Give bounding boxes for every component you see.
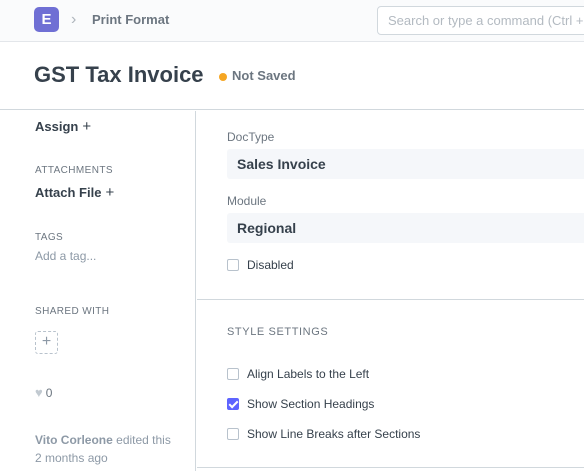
show-section-headings-label: Show Section Headings [247,397,375,411]
style-settings-heading: STYLE SETTINGS [227,326,329,338]
section-divider [197,299,584,300]
activity-user[interactable]: Vito Corleone [35,433,113,447]
top-navbar: E › Print Format Search or type a comman… [0,0,584,42]
disabled-label: Disabled [247,258,294,272]
doctype-field[interactable]: Sales Invoice [227,149,584,179]
disabled-checkbox[interactable] [227,259,239,271]
page-title: GST Tax Invoice [34,62,204,87]
chevron-right-icon: › [71,11,77,28]
module-label: Module [227,194,267,208]
module-field[interactable]: Regional [227,213,584,243]
form-sidebar: Assign + ATTACHMENTS Attach File + TAGS Ad… [0,111,196,471]
attach-file-button[interactable]: Attach File + [35,185,114,201]
plus-icon: + [105,184,115,201]
form-body: DocType Sales Invoice Module Regional Di… [197,111,584,471]
assign-button[interactable]: Assign + [35,119,91,135]
activity-time: 2 months ago [35,451,108,465]
doctype-label: DocType [227,130,275,144]
show-line-breaks-label: Show Line Breaks after Sections [247,427,421,441]
status-indicator: Not Saved [232,68,296,83]
align-labels-left-label: Align Labels to the Left [247,367,370,381]
assign-label: Assign [35,119,79,134]
page-header: GST Tax Invoice Not Saved [0,42,584,110]
show-line-breaks-checkbox[interactable] [227,428,239,440]
align-labels-left-checkbox[interactable] [227,368,239,380]
show-section-headings-checkbox[interactable] [227,398,239,410]
app-logo[interactable]: E [34,7,59,32]
breadcrumb-print-format[interactable]: Print Format [92,12,169,28]
tags-heading: TAGS [35,232,64,243]
like-count: 0 [45,386,53,400]
attachments-heading: ATTACHMENTS [35,165,113,176]
shared-with-heading: SHARED WITH [35,306,110,317]
plus-icon: + [82,118,92,135]
add-share-button[interactable]: + [35,331,58,354]
add-tag-input[interactable]: Add a tag... [35,249,96,263]
like-button[interactable]: ♥ 0 [35,385,53,401]
activity-action: edited this [116,433,171,447]
section-divider [197,467,584,468]
attach-file-label: Attach File [35,185,102,200]
status-dot-icon [219,73,227,81]
search-input[interactable]: Search or type a command (Ctrl + G) [377,6,584,35]
last-edited-info: Vito Corleone edited this 2 months ago [35,431,190,467]
heart-icon: ♥ [35,385,43,400]
